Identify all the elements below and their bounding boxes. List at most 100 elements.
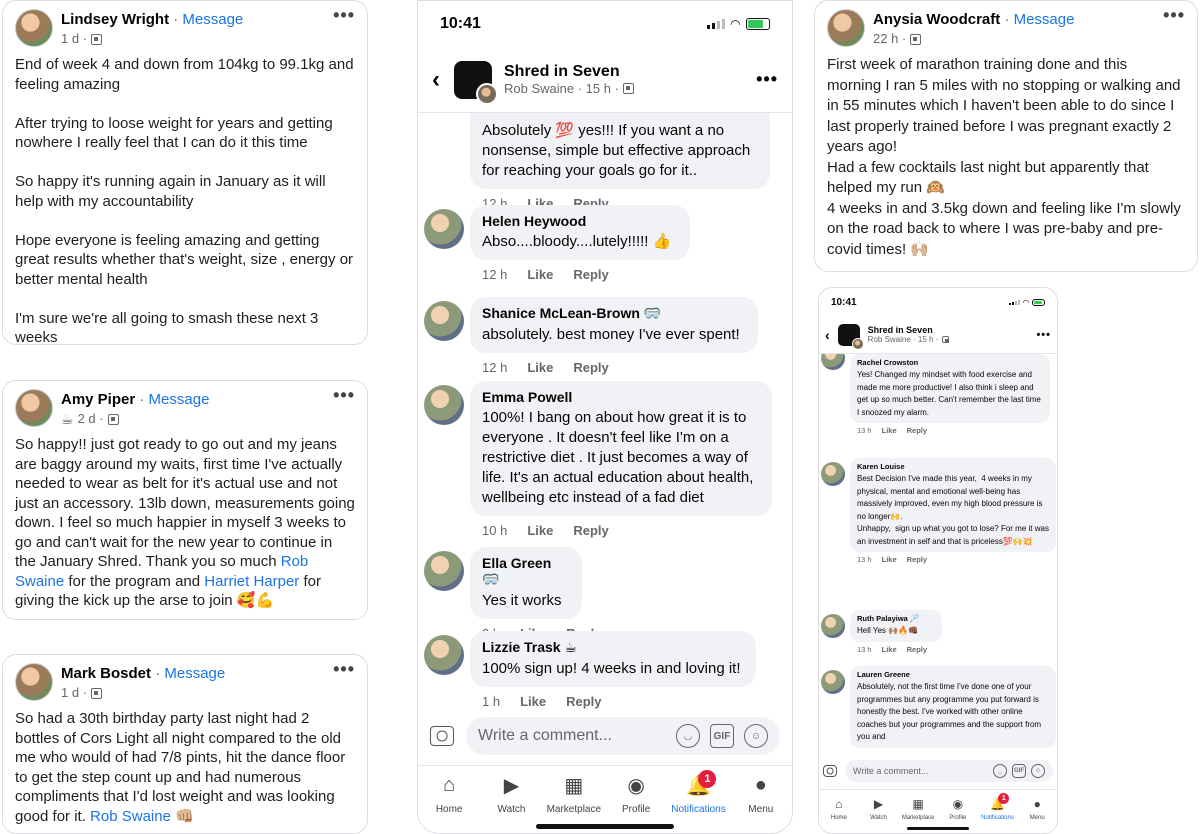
- tab-notifications[interactable]: 🔔 1 Notifications: [667, 770, 729, 833]
- reply-link[interactable]: Reply: [907, 555, 927, 564]
- commenter-avatar[interactable]: [821, 354, 845, 370]
- more-options-icon[interactable]: •••: [333, 5, 355, 26]
- commenter-name[interactable]: Ruth Palayiwa 🏸: [857, 614, 935, 623]
- comment-bubble[interactable]: Emma Powell 100%! I bang on about how gre…: [470, 381, 772, 516]
- post-card-anysia: Anysia Woodcraft · Message 22 h · ••• Fi…: [814, 0, 1198, 272]
- author-name[interactable]: Mark Bosdet: [61, 665, 151, 682]
- camera-icon[interactable]: [823, 765, 837, 777]
- avatar[interactable]: [15, 9, 53, 47]
- comment-placeholder: Write a comment...: [853, 766, 929, 776]
- tab-home[interactable]: ⌂ Home: [819, 796, 859, 833]
- group-title[interactable]: Shred in Seven: [504, 63, 634, 81]
- message-link[interactable]: Message: [1014, 11, 1075, 28]
- commenter-avatar[interactable]: [821, 462, 845, 486]
- tab-menu[interactable]: ● Menu: [730, 772, 792, 833]
- commenter-name[interactable]: Rachel Crowston: [857, 358, 1043, 367]
- author-name[interactable]: Anysia Woodcraft: [873, 11, 1000, 28]
- home-icon: ⌂: [443, 773, 456, 796]
- avatar[interactable]: [827, 9, 865, 47]
- commenter-name[interactable]: Shanice McLean-Brown 🥽: [482, 305, 746, 322]
- emoji-icon[interactable]: ☺: [1031, 764, 1045, 778]
- post-time: 22 h ·: [873, 31, 907, 46]
- comment-composer: Write a comment... ◡ GIF ☺: [418, 717, 792, 755]
- author-name[interactable]: Lindsey Wright: [61, 11, 169, 28]
- like-link[interactable]: Like: [527, 267, 553, 282]
- more-options-icon[interactable]: •••: [756, 69, 778, 90]
- commenter-name[interactable]: Lauren Greene: [857, 670, 1049, 679]
- more-options-icon[interactable]: •••: [333, 659, 355, 680]
- author-name[interactable]: Amy Piper: [61, 391, 135, 408]
- comment-bubble[interactable]: Ella Green 🥽 Yes it works: [470, 547, 582, 619]
- comment-bubble[interactable]: Absolutely 💯 yes!!! If you want a no non…: [470, 113, 770, 189]
- more-options-icon[interactable]: •••: [1036, 329, 1051, 341]
- like-link[interactable]: Like: [520, 694, 546, 709]
- commenter-avatar[interactable]: [821, 614, 845, 638]
- camera-icon[interactable]: [430, 726, 454, 746]
- reply-link[interactable]: Reply: [573, 523, 608, 538]
- comment-input[interactable]: Write a comment... ◡ GIF ☺: [466, 717, 780, 755]
- tab-home[interactable]: ⌂ Home: [418, 772, 480, 833]
- comment-input[interactable]: Write a comment... ◡ GIF ☺: [845, 760, 1053, 782]
- commenter-avatar[interactable]: [424, 385, 464, 425]
- group-logo[interactable]: [454, 60, 498, 105]
- more-options-icon[interactable]: •••: [1163, 5, 1185, 26]
- commenter-name[interactable]: Karen Louise: [857, 462, 1049, 471]
- reply-link[interactable]: Reply: [573, 360, 608, 375]
- mention-link[interactable]: Harriet Harper: [204, 573, 299, 590]
- comment-list[interactable]: Absolutely 💯 yes!!! If you want a no non…: [418, 113, 792, 711]
- commenter-avatar[interactable]: [424, 209, 464, 249]
- gif-icon[interactable]: GIF: [1012, 764, 1026, 778]
- comment-list[interactable]: Rachel Crowston Yes! Changed my mindset w…: [819, 354, 1057, 748]
- reply-link[interactable]: Reply: [573, 267, 608, 282]
- like-link[interactable]: Like: [882, 555, 897, 564]
- comment-bubble[interactable]: Karen Louise Best Decision I've made this…: [850, 458, 1056, 552]
- message-link[interactable]: Message: [164, 665, 225, 682]
- author-avatar: [851, 337, 864, 350]
- tab-watch[interactable]: ▶ Watch: [480, 772, 542, 833]
- wifi-icon: ◠: [1022, 297, 1029, 307]
- mention-link[interactable]: Rob Swaine: [90, 808, 171, 825]
- back-arrow-icon[interactable]: ‹: [825, 327, 830, 343]
- commenter-name[interactable]: Helen Heywood: [482, 213, 678, 229]
- tab-notifications[interactable]: 🔔 1 Notifications: [978, 793, 1018, 833]
- marketplace-icon: ▦: [564, 774, 584, 797]
- like-link[interactable]: Like: [882, 645, 897, 654]
- post-card-lindsey: Lindsey Wright · Message 1 d · ••• End o…: [2, 0, 368, 345]
- like-link[interactable]: Like: [882, 426, 897, 435]
- comment-bubble[interactable]: Rachel Crowston Yes! Changed my mindset w…: [850, 354, 1050, 423]
- tab-menu[interactable]: ● Menu: [1017, 796, 1057, 833]
- commenter-avatar[interactable]: [424, 551, 464, 591]
- home-indicator: [907, 827, 969, 830]
- group-logo[interactable]: [837, 323, 864, 350]
- comment-bubble[interactable]: Lizzie Trask ☕ 100% sign up! 4 weeks in a…: [470, 631, 756, 687]
- gif-icon[interactable]: GIF: [710, 724, 734, 748]
- bottom-tab-bar: ⌂ Home ▶ Watch ▦ Marketplace ◉ Profile 🔔 1 Not…: [418, 765, 792, 833]
- sticker-icon[interactable]: ◡: [676, 724, 700, 748]
- comment-bubble[interactable]: Shanice McLean-Brown 🥽 absolutely. best m…: [470, 297, 758, 353]
- message-link[interactable]: Message: [182, 11, 243, 28]
- commenter-avatar[interactable]: [424, 301, 464, 341]
- reply-link[interactable]: Reply: [907, 426, 927, 435]
- commenter-name[interactable]: Ella Green 🥽: [482, 555, 570, 588]
- comment-bubble[interactable]: Helen Heywood Abso....bloody....lutely!!!…: [470, 205, 690, 260]
- commenter-name[interactable]: Emma Powell: [482, 389, 760, 405]
- like-link[interactable]: Like: [527, 360, 553, 375]
- like-link[interactable]: Like: [527, 523, 553, 538]
- more-options-icon[interactable]: •••: [333, 385, 355, 406]
- reply-link[interactable]: Reply: [566, 694, 601, 709]
- commenter-avatar[interactable]: [821, 670, 845, 694]
- avatar[interactable]: [15, 389, 53, 427]
- avatar[interactable]: [15, 663, 53, 701]
- commenter-name[interactable]: Lizzie Trask ☕: [482, 639, 744, 656]
- message-link[interactable]: Message: [149, 391, 210, 408]
- commenter-avatar[interactable]: [424, 635, 464, 675]
- sticker-icon[interactable]: ◡: [993, 764, 1007, 778]
- wifi-icon: ◠: [730, 17, 740, 31]
- tab-watch[interactable]: ▶ Watch: [859, 796, 899, 833]
- reply-link[interactable]: Reply: [907, 645, 927, 654]
- comment-bubble[interactable]: Lauren Greene Absolutely, not the first t…: [850, 666, 1056, 748]
- emoji-icon[interactable]: ☺: [744, 724, 768, 748]
- group-title[interactable]: Shred in Seven: [868, 325, 950, 335]
- comment-bubble[interactable]: Ruth Palayiwa 🏸 Hell Yes 🙌🏽🔥👊🏾: [850, 610, 942, 642]
- back-arrow-icon[interactable]: ‹: [432, 66, 440, 94]
